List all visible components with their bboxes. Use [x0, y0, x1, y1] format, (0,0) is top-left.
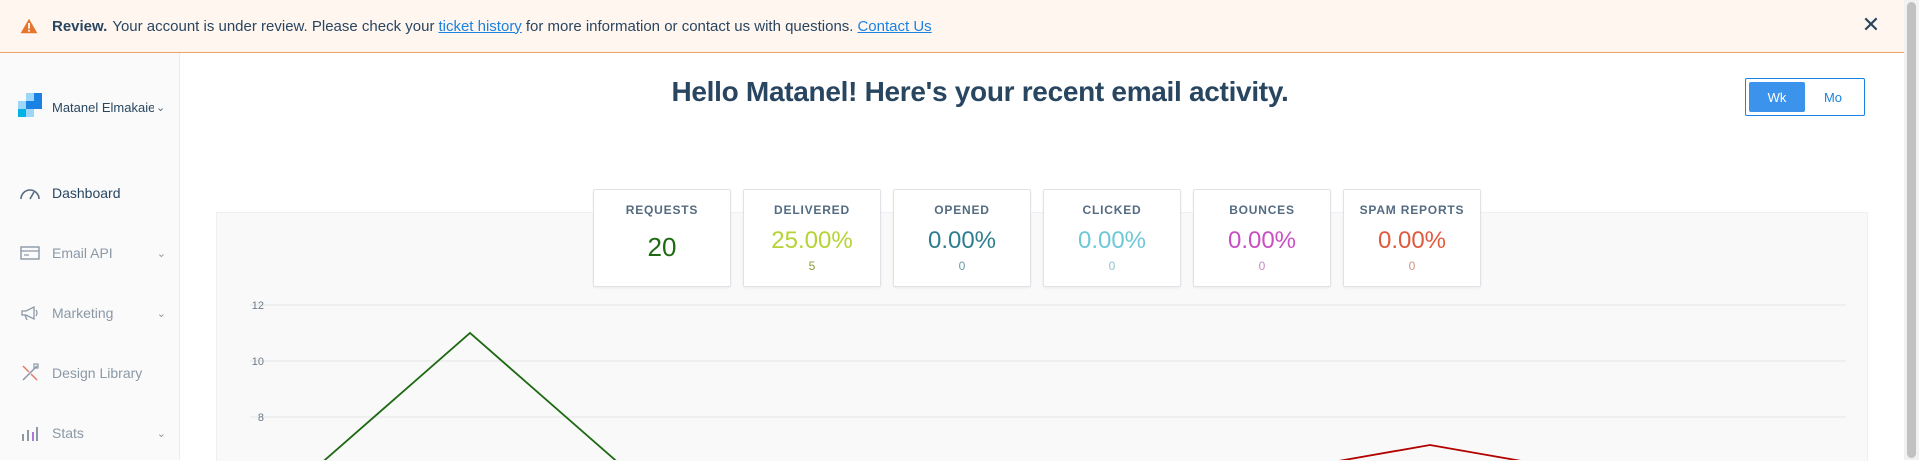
stat-count: 0 [1108, 259, 1116, 273]
y-tick-label: 12 [252, 300, 264, 312]
stat-value: 0.00% [927, 227, 997, 254]
stat-value: 0.00% [1227, 227, 1297, 254]
stat-label: BOUNCES [1229, 203, 1295, 217]
scrollbar-thumb[interactable] [1907, 2, 1916, 458]
stat-value: 0.00% [1077, 227, 1147, 254]
stat-card-opened[interactable]: OPENED 0.00% 0 [893, 189, 1031, 287]
stat-count: 5 [808, 259, 816, 273]
stat-label: REQUESTS [625, 203, 699, 217]
stat-card-spam-reports[interactable]: SPAM REPORTS 0.00% 0 [1343, 189, 1481, 287]
stat-value: 25.00% [771, 227, 853, 254]
y-tick-label: 10 [252, 356, 264, 368]
stat-card-bounces[interactable]: BOUNCES 0.00% 0 [1193, 189, 1331, 287]
stat-label: CLICKED [1082, 203, 1142, 217]
series-line-0 [323, 331, 617, 460]
stat-card-delivered[interactable]: DELIVERED 25.00% 5 [743, 189, 881, 287]
stat-count: 0 [1408, 259, 1416, 273]
stat-count: 0 [958, 259, 966, 273]
y-tick-label: 8 [258, 412, 264, 424]
stat-label: SPAM REPORTS [1359, 203, 1465, 217]
stat-card-requests[interactable]: REQUESTS 20 [593, 189, 731, 287]
stat-count: 0 [1258, 259, 1266, 273]
stat-card-clicked[interactable]: CLICKED 0.00% 0 [1043, 189, 1181, 287]
series-line-1 [1339, 444, 1521, 460]
stat-value: 20 [647, 232, 677, 262]
page-scrollbar[interactable] [1904, 0, 1919, 460]
stat-label: OPENED [934, 203, 990, 217]
stat-label: DELIVERED [774, 203, 850, 217]
stat-value: 0.00% [1377, 227, 1447, 254]
